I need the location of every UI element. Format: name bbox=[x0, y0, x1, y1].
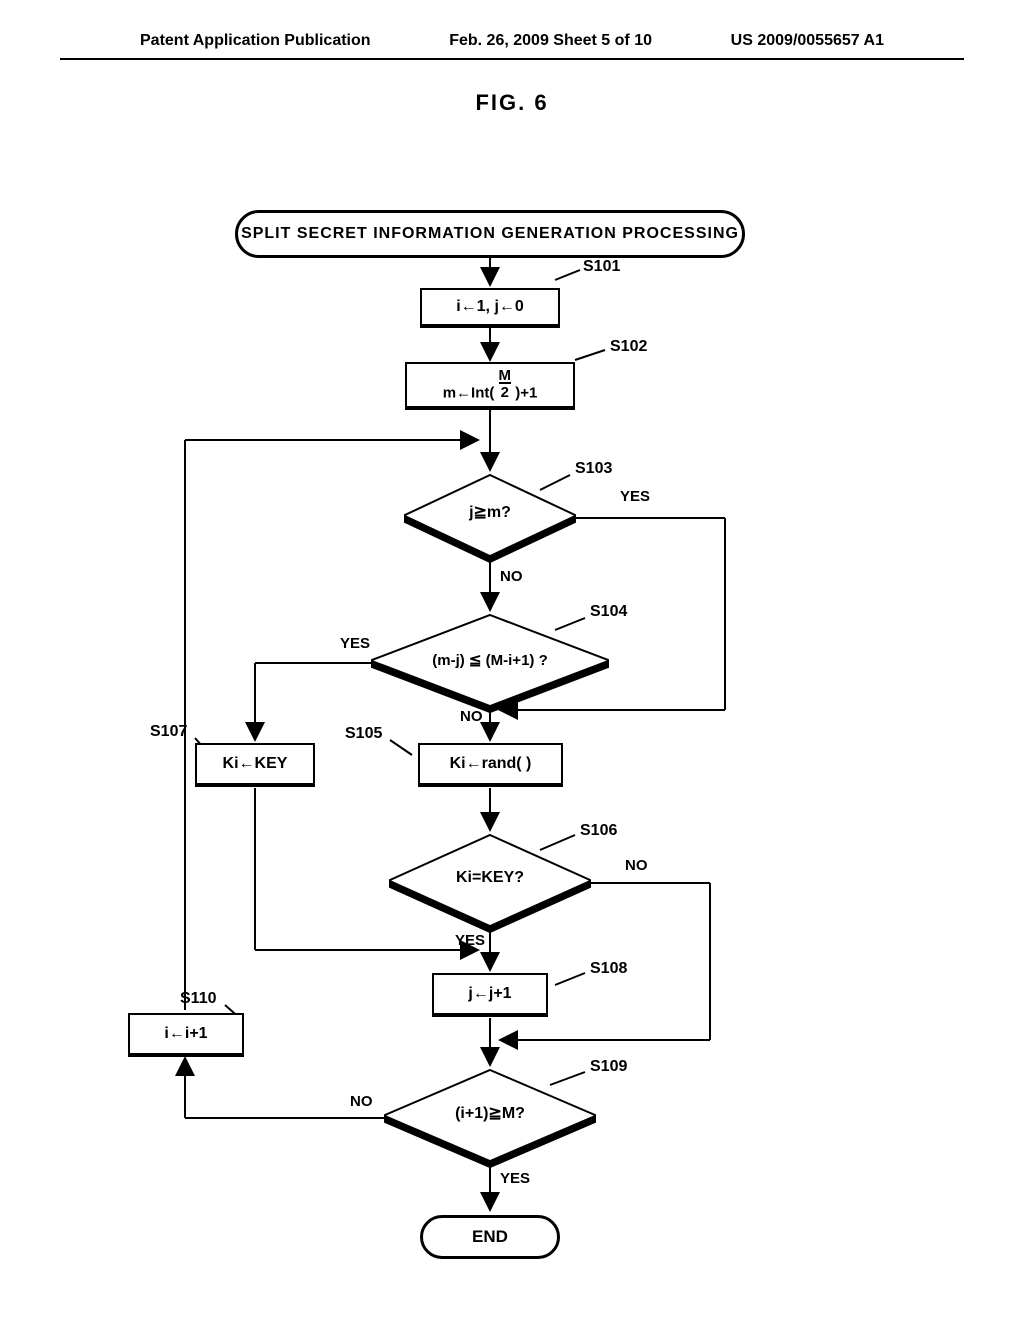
s106-no: NO bbox=[625, 857, 648, 874]
process-s102: m←Int( M2 )+1 bbox=[405, 362, 575, 410]
s109-no: NO bbox=[350, 1093, 373, 1110]
process-s108: j←j+1 bbox=[432, 973, 548, 1017]
process-s102-text: m←Int( M2 )+1 bbox=[443, 369, 538, 402]
decision-s103-text: j≧m? bbox=[469, 502, 511, 522]
process-s110: i←i+1 bbox=[128, 1013, 244, 1057]
terminator-end: END bbox=[420, 1215, 560, 1259]
flowchart-diagram: SPLIT SECRET INFORMATION GENERATION PROC… bbox=[0, 210, 1024, 1310]
s104-yes: YES bbox=[340, 635, 370, 652]
process-s101: i←1, j←0 bbox=[420, 288, 560, 328]
header-right: US 2009/0055657 A1 bbox=[731, 32, 884, 50]
s109-yes: YES bbox=[500, 1170, 530, 1187]
label-s110: S110 bbox=[180, 990, 216, 1008]
header-center: Feb. 26, 2009 Sheet 5 of 10 bbox=[449, 32, 652, 50]
label-s107: S107 bbox=[150, 723, 187, 741]
decision-s109-text: (i+1)≧M? bbox=[455, 1103, 525, 1123]
label-s102: S102 bbox=[610, 338, 647, 356]
process-s105: Ki←rand( ) bbox=[418, 743, 563, 787]
header-left: Patent Application Publication bbox=[140, 32, 371, 50]
label-s101: S101 bbox=[583, 258, 620, 276]
s103-yes: YES bbox=[620, 488, 650, 505]
decision-s106-text: Ki=KEY? bbox=[456, 869, 524, 887]
s103-no: NO bbox=[500, 568, 523, 585]
decision-s104-text: (m-j) ≦ (M-i+1) ? bbox=[432, 651, 547, 669]
label-s106: S106 bbox=[580, 822, 617, 840]
label-s105: S105 bbox=[345, 725, 382, 743]
label-s108: S108 bbox=[590, 960, 627, 978]
terminator-start: SPLIT SECRET INFORMATION GENERATION PROC… bbox=[235, 210, 745, 258]
label-s103: S103 bbox=[575, 460, 612, 478]
label-s104: S104 bbox=[590, 603, 627, 621]
s104-no: NO bbox=[460, 708, 483, 725]
label-s109: S109 bbox=[590, 1058, 627, 1076]
figure-title: FIG. 6 bbox=[0, 90, 1024, 116]
process-s107: Ki←KEY bbox=[195, 743, 315, 787]
s106-yes: YES bbox=[455, 932, 485, 949]
